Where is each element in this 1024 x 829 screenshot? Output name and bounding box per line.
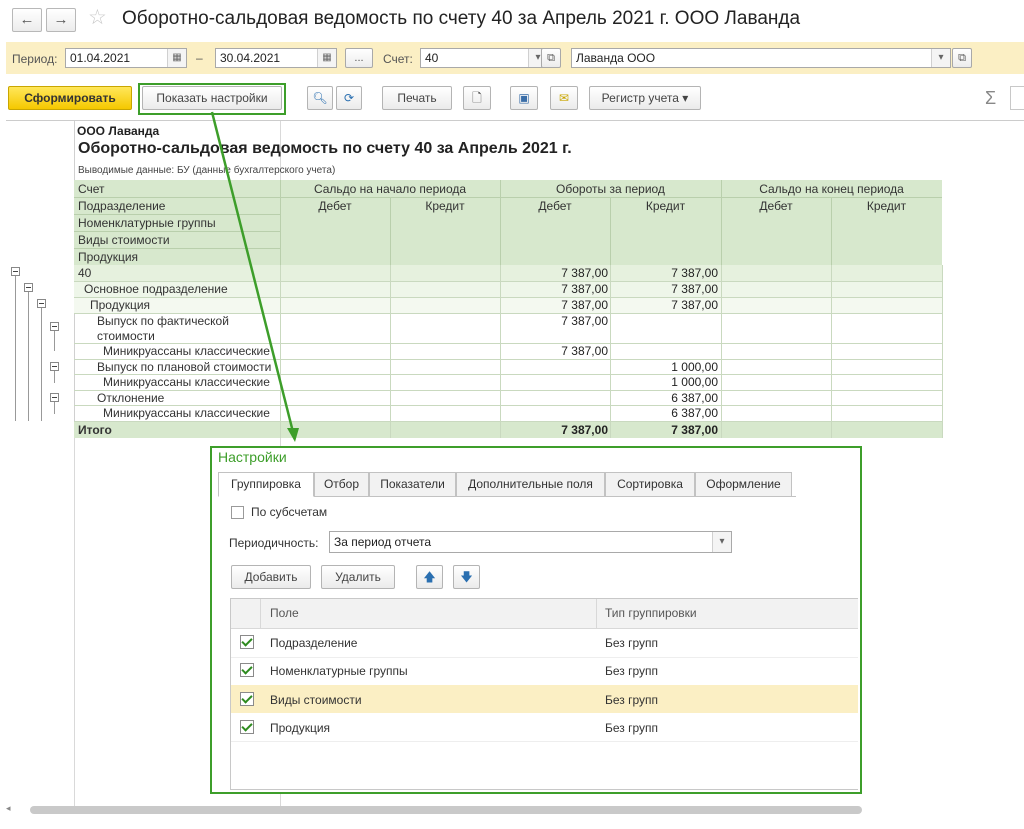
- tab-filter[interactable]: Отбор: [314, 472, 369, 497]
- periodicity-select[interactable]: За период отчета ▾: [329, 531, 732, 553]
- row-field: Номенклатурные группы: [270, 664, 408, 678]
- tab-appearance[interactable]: Оформление: [695, 472, 792, 497]
- tab-additional-fields[interactable]: Дополнительные поля: [456, 472, 605, 497]
- chevron-down-icon[interactable]: ▾: [712, 532, 731, 552]
- horizontal-scrollbar[interactable]: [30, 806, 862, 814]
- move-down-icon[interactable]: 🡇: [453, 565, 480, 589]
- row-type: Без групп: [605, 721, 659, 735]
- row-checkbox[interactable]: [240, 663, 254, 677]
- grouping-table-header: [231, 599, 858, 629]
- column-group-type: Тип группировки: [605, 606, 697, 620]
- row-checkbox[interactable]: [240, 692, 254, 706]
- row-checkbox[interactable]: [240, 720, 254, 734]
- tab-indicators[interactable]: Показатели: [369, 472, 456, 497]
- column-field: Поле: [270, 606, 299, 620]
- subaccounts-checkbox[interactable]: [231, 506, 244, 519]
- row-type: Без групп: [605, 693, 659, 707]
- row-field: Подразделение: [270, 636, 358, 650]
- tab-sorting[interactable]: Сортировка: [605, 472, 695, 497]
- row-field: Виды стоимости: [270, 693, 362, 707]
- periodicity-value: За период отчета: [334, 535, 432, 549]
- row-checkbox[interactable]: [240, 635, 254, 649]
- delete-button[interactable]: Удалить: [321, 565, 395, 589]
- settings-panel: Настройки Группировка Отбор Показатели Д…: [210, 446, 862, 794]
- scroll-left-icon[interactable]: ◂: [6, 803, 22, 817]
- periodicity-label: Периодичность:: [229, 536, 319, 550]
- row-type: Без групп: [605, 664, 659, 678]
- add-button[interactable]: Добавить: [231, 565, 311, 589]
- row-field: Продукция: [270, 721, 331, 735]
- subaccounts-label: По субсчетам: [251, 505, 328, 519]
- settings-title: Настройки: [218, 449, 287, 465]
- tab-grouping[interactable]: Группировка: [218, 472, 314, 497]
- move-up-icon[interactable]: 🡅: [416, 565, 443, 589]
- row-type: Без групп: [605, 636, 659, 650]
